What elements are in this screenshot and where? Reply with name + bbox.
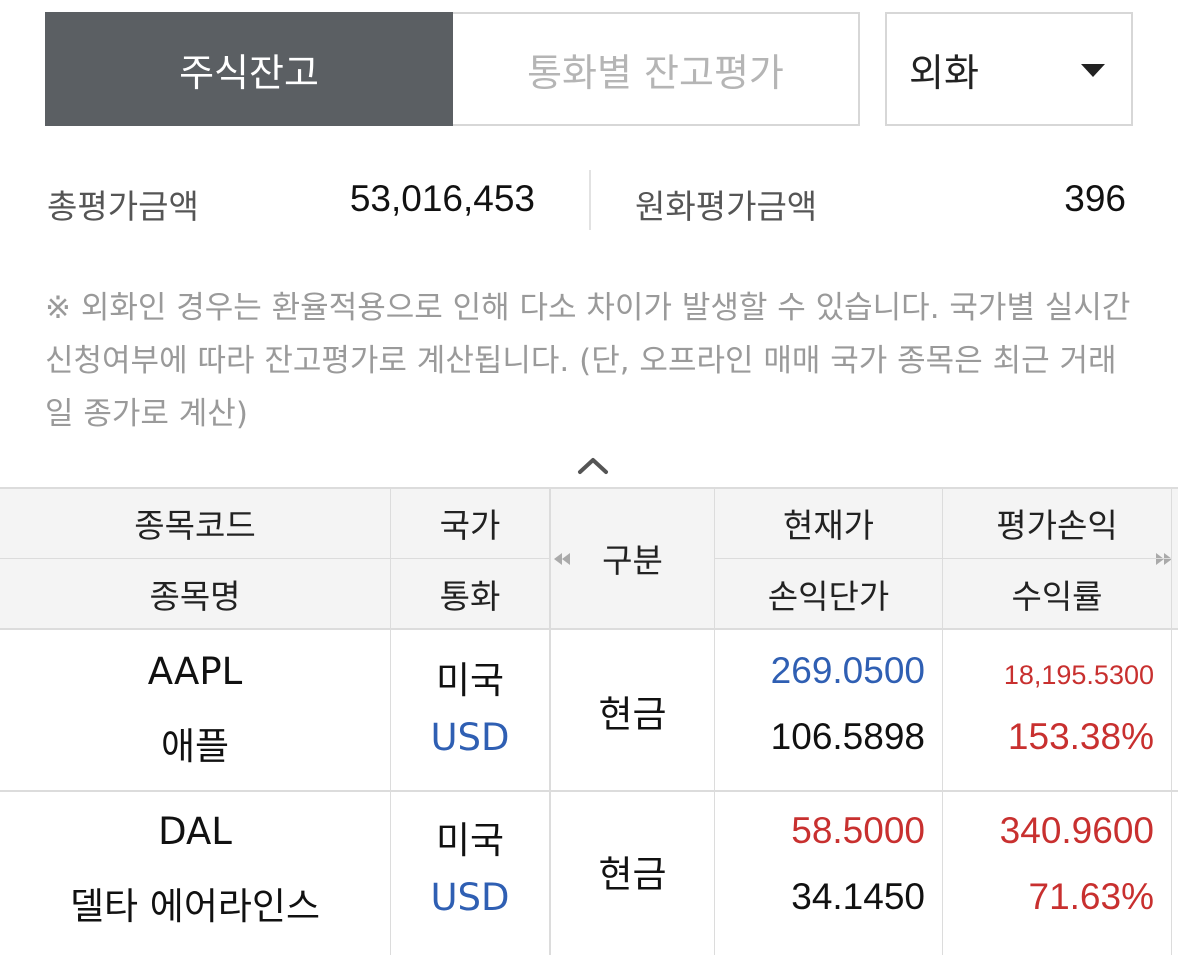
header-name: 종목명 <box>0 559 390 629</box>
current-price: 269.0500 <box>770 650 925 691</box>
header-country: 국가 <box>391 487 549 559</box>
scroll-left-icon[interactable] <box>554 553 570 565</box>
balance-tabs: 주식잔고 통화별 잔고평가 <box>45 12 860 126</box>
stock-country: 미국 <box>435 659 505 702</box>
tab-currency-eval[interactable]: 통화별 잔고평가 <box>453 12 860 126</box>
stock-type: 현금 <box>598 853 667 896</box>
avg-price: 34.1450 <box>791 876 925 917</box>
header-avg-price: 손익단가 <box>715 559 942 629</box>
stock-name: 애플 <box>160 725 230 768</box>
stock-currency: USD <box>430 876 510 919</box>
total-eval-label: 총평가금액 <box>47 187 199 226</box>
currency-select[interactable]: 외화 <box>885 12 1133 126</box>
stock-country: 미국 <box>435 819 505 862</box>
stock-code: AAPL <box>147 650 243 693</box>
table-top-border <box>0 487 1178 489</box>
summary-divider <box>589 170 591 230</box>
header-current-price: 현재가 <box>715 487 942 559</box>
krw-eval-label: 원화평가금액 <box>635 187 818 226</box>
tab-stock-balance[interactable]: 주식잔고 <box>45 12 453 126</box>
scroll-right-icon[interactable] <box>1156 553 1172 565</box>
exchange-notice: ※ 외화인 경우는 환율적용으로 인해 다소 차이가 발생할 수 있습니다. 국… <box>45 290 1131 432</box>
stock-code: DAL <box>158 810 232 853</box>
return-rate: 71.63% <box>1028 876 1155 917</box>
summary-bar: 총평가금액 53,016,453 원화평가금액 396 <box>0 170 1178 230</box>
header-return-rate: 수익률 <box>943 559 1171 629</box>
stock-type: 현금 <box>598 693 667 736</box>
table-row[interactable]: DAL 델타 에어라인스 미국 USD 현금 58.5000 34.1450 3… <box>0 792 1178 955</box>
total-eval-value: 53,016,453 <box>349 178 535 219</box>
caret-down-icon <box>1081 64 1105 77</box>
table-row[interactable]: AAPL 애플 미국 USD 현금 269.0500 106.5898 18,1… <box>0 630 1178 790</box>
eval-pl: 340.9600 <box>999 810 1154 851</box>
header-currency: 통화 <box>391 559 549 629</box>
krw-eval-value: 396 <box>1064 178 1126 219</box>
return-rate: 153.38% <box>1007 716 1154 757</box>
current-price: 58.5000 <box>791 810 925 851</box>
holdings-table: 종목코드 종목명 국가 통화 구분 현재가 손익단가 평가손익 수익률 AAPL… <box>0 487 1178 955</box>
stock-currency: USD <box>430 716 510 759</box>
header-overflow <box>1172 487 1178 629</box>
stock-name: 델타 에어라인스 <box>69 885 321 928</box>
currency-select-value: 외화 <box>909 50 979 95</box>
header-eval-pl: 평가손익 <box>943 487 1171 559</box>
avg-price: 106.5898 <box>770 716 925 757</box>
header-type: 구분 <box>551 487 714 629</box>
header-mid-line-left <box>0 558 550 559</box>
eval-pl: 18,195.5300 <box>1003 660 1154 690</box>
chevron-up-icon[interactable] <box>576 454 610 476</box>
header-code: 종목코드 <box>0 487 390 559</box>
header-mid-line-right <box>714 558 1172 559</box>
